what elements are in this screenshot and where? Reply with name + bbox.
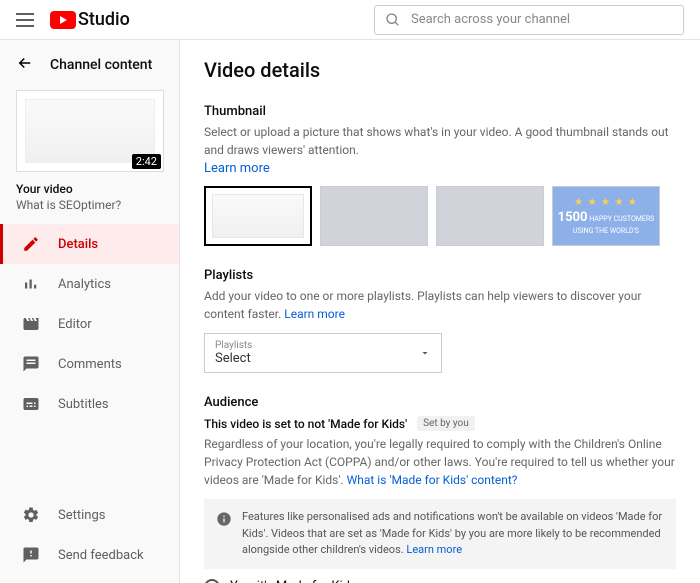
search-icon — [385, 12, 401, 28]
arrow-left-icon — [16, 54, 34, 76]
main-panel: Video details Thumbnail Select or upload… — [180, 40, 700, 583]
playlists-learn-more[interactable]: Learn more — [284, 307, 345, 321]
duration-badge: 2:42 — [132, 154, 161, 169]
feedback-icon — [22, 546, 40, 564]
back-label: Channel content — [50, 57, 152, 73]
search-wrap: Search across your channel — [374, 5, 684, 35]
search-placeholder: Search across your channel — [411, 12, 570, 27]
thumbnail-section: Thumbnail Select or upload a picture tha… — [204, 104, 676, 246]
editor-icon — [22, 315, 40, 333]
logo-text: Studio — [78, 9, 130, 30]
audience-status: This video is set to not 'Made for Kids' — [204, 417, 407, 431]
playlists-field-value: Select — [215, 351, 252, 366]
search-input[interactable]: Search across your channel — [374, 5, 684, 35]
audience-desc-link[interactable]: What is 'Made for Kids' content? — [347, 473, 518, 487]
nav-comments[interactable]: Comments — [0, 344, 179, 384]
radio-made-for-kids-yes[interactable]: Yes, it's Made for Kids — [204, 579, 676, 583]
radio-icon — [204, 579, 220, 583]
playlists-desc: Add your video to one or more playlists.… — [204, 289, 641, 321]
audience-section: Audience This video is set to not 'Made … — [204, 395, 676, 583]
nav-subtitles[interactable]: Subtitles — [0, 384, 179, 424]
info-icon — [216, 511, 232, 527]
subtitles-icon — [22, 395, 40, 413]
thumbnail-learn-more[interactable]: Learn more — [204, 161, 270, 176]
audience-info-box: Features like personalised ads and notif… — [204, 499, 676, 569]
playlists-field-label: Playlists — [215, 340, 252, 351]
thumbnail-option-2[interactable] — [320, 186, 428, 246]
your-video-label: Your video — [16, 182, 163, 196]
sidebar-nav: Details Analytics Editor Comments Subtit… — [0, 224, 179, 495]
set-by-you-badge: Set by you — [417, 416, 475, 431]
youtube-icon — [50, 11, 76, 29]
thumbnail-option-4[interactable]: ★ ★ ★ ★ ★ 1500 HAPPY CUSTOMERS USING THE… — [552, 186, 660, 246]
thumbnail-heading: Thumbnail — [204, 104, 676, 119]
stars-icon: ★ ★ ★ ★ ★ — [574, 197, 638, 208]
video-thumbnail[interactable]: 2:42 — [0, 90, 179, 182]
thumbnail-desc: Select or upload a picture that shows wh… — [204, 123, 676, 159]
video-title: What is SEOptimer? — [16, 198, 163, 212]
menu-icon[interactable] — [16, 11, 34, 29]
thumbnail-option-1[interactable] — [204, 186, 312, 246]
nav-editor[interactable]: Editor — [0, 304, 179, 344]
app-header: Studio Search across your channel — [0, 0, 700, 40]
pencil-icon — [22, 235, 40, 253]
playlists-section: Playlists Add your video to one or more … — [204, 268, 676, 373]
thumbnail-option-3[interactable] — [436, 186, 544, 246]
audience-info-link[interactable]: Learn more — [406, 543, 462, 556]
studio-logo[interactable]: Studio — [50, 9, 130, 30]
analytics-icon — [22, 275, 40, 293]
nav-details[interactable]: Details — [0, 224, 179, 264]
playlists-heading: Playlists — [204, 268, 676, 283]
gear-icon — [22, 506, 40, 524]
nav-settings[interactable]: Settings — [0, 495, 179, 535]
audience-heading: Audience — [204, 395, 676, 410]
playlists-select[interactable]: Playlists Select — [204, 333, 442, 373]
nav-analytics[interactable]: Analytics — [0, 264, 179, 304]
sidebar: Channel content 2:42 Your video What is … — [0, 40, 180, 583]
back-button[interactable]: Channel content — [0, 40, 179, 90]
nav-feedback[interactable]: Send feedback — [0, 535, 179, 575]
chevron-down-icon — [419, 347, 431, 359]
comments-icon — [22, 355, 40, 373]
page-title: Video details — [204, 58, 676, 82]
